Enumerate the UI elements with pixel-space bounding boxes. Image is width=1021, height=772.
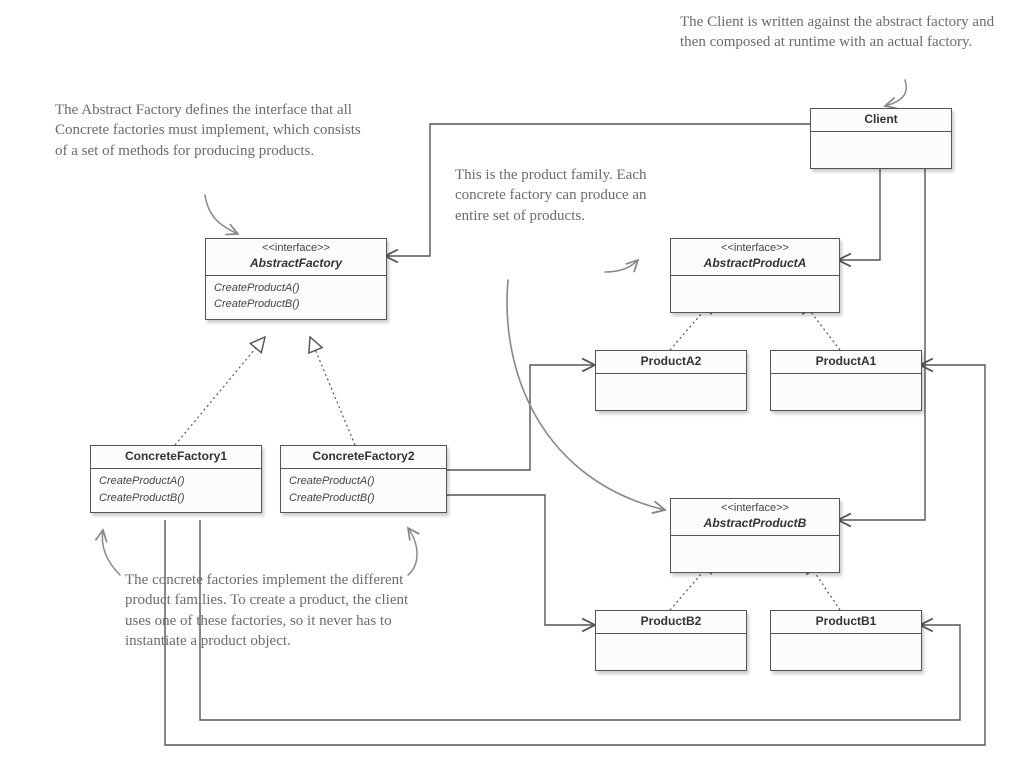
operation: CreateProductB() bbox=[99, 490, 253, 507]
class-name: AbstractProductA bbox=[677, 256, 833, 271]
class-concrete-factory-1: ConcreteFactory1 CreateProductA() Create… bbox=[90, 445, 262, 513]
class-name: ProductA2 bbox=[602, 354, 740, 369]
realize-cf1-abstractfactory bbox=[175, 337, 265, 445]
stereotype: <<interface>> bbox=[677, 242, 833, 256]
class-product-a1: ProductA1 bbox=[770, 350, 922, 411]
class-product-b2: ProductB2 bbox=[595, 610, 747, 671]
note-arrow-concrete-r bbox=[408, 528, 417, 575]
class-client: Client bbox=[810, 108, 952, 169]
note-arrow-concrete-l bbox=[102, 530, 120, 575]
class-concrete-factory-2: ConcreteFactory2 CreateProductA() Create… bbox=[280, 445, 447, 513]
class-name: ProductB2 bbox=[602, 614, 740, 629]
class-abstract-factory: <<interface>> AbstractFactory CreateProd… bbox=[205, 238, 387, 320]
stereotype: <<interface>> bbox=[677, 502, 833, 516]
note-product-family: This is the product family. Each concret… bbox=[455, 165, 650, 226]
assoc-client-to-abstractproducta bbox=[838, 164, 880, 260]
operation: CreateProductB() bbox=[289, 490, 438, 507]
operation: CreateProductA() bbox=[289, 473, 438, 490]
class-product-a2: ProductA2 bbox=[595, 350, 747, 411]
note-abstract-factory: The Abstract Factory defines the interfa… bbox=[55, 100, 375, 161]
note-arrow-factory bbox=[205, 195, 238, 234]
assoc-cf1-pa1 bbox=[165, 365, 985, 745]
class-name: ConcreteFactory1 bbox=[97, 449, 255, 464]
class-name: AbstractProductB bbox=[677, 516, 833, 531]
note-client: The Client is written against the abstra… bbox=[680, 12, 1010, 53]
class-body: CreateProductA() CreateProductB() bbox=[91, 469, 261, 512]
realize-cf2-abstractfactory bbox=[310, 337, 355, 445]
diagram-canvas: { "boxes": { "client": { "stereo": "", "… bbox=[0, 0, 1021, 772]
operation: CreateProductA() bbox=[214, 280, 378, 297]
class-name: ProductB1 bbox=[777, 614, 915, 629]
note-arrow-client bbox=[885, 80, 906, 106]
stereotype: <<interface>> bbox=[212, 242, 380, 256]
assoc-client-to-abstractproductb bbox=[838, 164, 925, 520]
class-body bbox=[671, 536, 839, 572]
class-body bbox=[671, 276, 839, 312]
class-body bbox=[771, 634, 921, 670]
assoc-cf2-pb2 bbox=[445, 495, 595, 625]
class-name: AbstractFactory bbox=[212, 256, 380, 271]
class-name: Client bbox=[817, 112, 945, 127]
class-abstract-product-a: <<interface>> AbstractProductA bbox=[670, 238, 840, 313]
operation: CreateProductB() bbox=[214, 296, 378, 313]
note-arrow-family2 bbox=[605, 260, 638, 272]
class-name: ConcreteFactory2 bbox=[287, 449, 440, 464]
class-body: CreateProductA() CreateProductB() bbox=[281, 469, 446, 512]
class-body bbox=[596, 374, 746, 410]
class-body bbox=[771, 374, 921, 410]
class-product-b1: ProductB1 bbox=[770, 610, 922, 671]
class-body: CreateProductA() CreateProductB() bbox=[206, 276, 386, 319]
class-abstract-product-b: <<interface>> AbstractProductB bbox=[670, 498, 840, 573]
operation: CreateProductA() bbox=[99, 473, 253, 490]
assoc-cf2-pa2 bbox=[445, 365, 595, 470]
note-concrete-factories: The concrete factories implement the dif… bbox=[125, 570, 415, 651]
class-body bbox=[596, 634, 746, 670]
class-body bbox=[811, 132, 951, 168]
class-name: ProductA1 bbox=[777, 354, 915, 369]
